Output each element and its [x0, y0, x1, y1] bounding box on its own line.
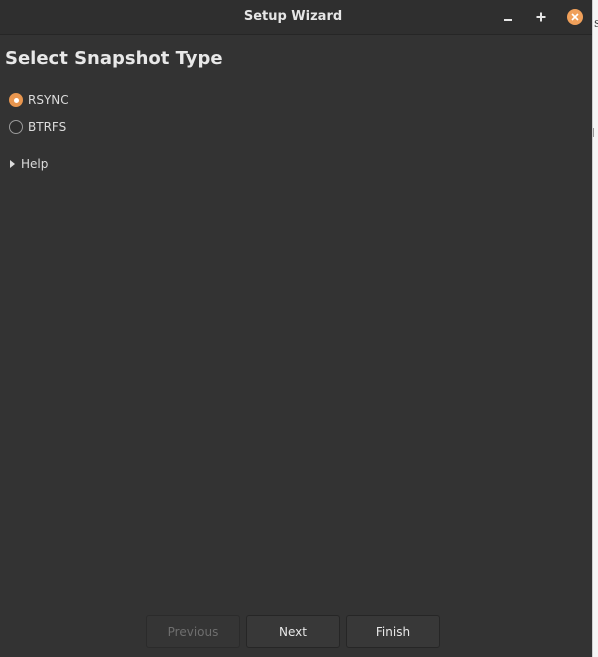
page-heading: Select Snapshot Type: [5, 48, 223, 69]
previous-button[interactable]: Previous: [146, 615, 240, 648]
help-label: Help: [21, 157, 49, 171]
minimize-icon: [504, 19, 512, 21]
background-text-fragment: s: [594, 16, 598, 31]
close-button-circle: [567, 9, 583, 25]
background-divider: [593, 128, 598, 137]
radio-rsync-label[interactable]: RSYNC: [28, 93, 69, 107]
close-icon: [571, 13, 579, 21]
radio-btrfs[interactable]: BTRFS: [9, 118, 66, 136]
radio-btrfs-label[interactable]: BTRFS: [28, 120, 66, 134]
setup-wizard-window: Setup Wizard Select Snapshot Type RSYNC …: [0, 0, 592, 657]
minimize-button[interactable]: [498, 7, 518, 27]
titlebar[interactable]: Setup Wizard: [0, 0, 592, 35]
maximize-button[interactable]: [531, 7, 551, 27]
background-window-edge: s: [592, 0, 598, 657]
next-button[interactable]: Next: [246, 615, 340, 648]
finish-button[interactable]: Finish: [346, 615, 440, 648]
expander-arrow-icon: [10, 160, 15, 168]
radio-rsync[interactable]: RSYNC: [9, 91, 69, 109]
radio-dot: [13, 97, 19, 103]
close-button[interactable]: [565, 7, 585, 27]
maximize-icon: [536, 12, 546, 22]
radio-checked-icon[interactable]: [9, 93, 23, 107]
help-expander[interactable]: Help: [10, 155, 48, 173]
radio-unchecked-icon[interactable]: [9, 120, 23, 134]
